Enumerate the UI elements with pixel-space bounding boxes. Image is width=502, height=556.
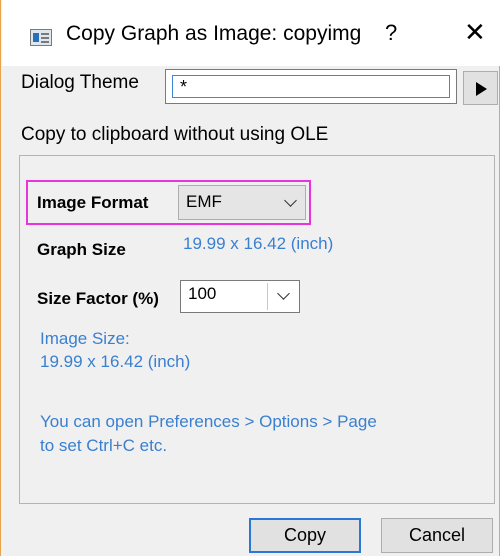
size-factor-value: 100 bbox=[188, 284, 217, 303]
chevron-down-icon bbox=[277, 287, 290, 300]
play-triangle-icon bbox=[476, 82, 487, 96]
size-factor-combo[interactable]: 100 bbox=[180, 280, 300, 313]
copy-button[interactable]: Copy bbox=[249, 518, 361, 553]
dialog-theme-focus-ring bbox=[172, 75, 450, 98]
ole-description: Copy to clipboard without using OLE bbox=[21, 124, 329, 145]
image-format-value: EMF bbox=[186, 192, 222, 211]
dialog-theme-menu-button[interactable] bbox=[463, 71, 498, 105]
graph-size-label: Graph Size bbox=[37, 240, 126, 259]
title-bar: Copy Graph as Image: copyimg ? ✕ bbox=[2, 0, 500, 66]
image-size-label: Image Size: bbox=[40, 329, 130, 348]
preferences-hint-line1: You can open Preferences > Options > Pag… bbox=[40, 412, 377, 431]
combo-divider bbox=[267, 283, 268, 310]
dialog-theme-input[interactable]: * bbox=[165, 69, 457, 104]
close-button[interactable]: ✕ bbox=[464, 17, 486, 48]
window-title: Copy Graph as Image: copyimg bbox=[66, 22, 362, 45]
size-factor-label: Size Factor (%) bbox=[37, 289, 159, 308]
dialog-window: Copy Graph as Image: copyimg ? ✕ Dialog … bbox=[0, 0, 500, 556]
image-format-select[interactable]: EMF bbox=[178, 185, 306, 220]
chevron-down-icon bbox=[284, 194, 297, 207]
app-icon bbox=[30, 29, 52, 46]
help-button[interactable]: ? bbox=[385, 20, 397, 46]
image-size-value: 19.99 x 16.42 (inch) bbox=[40, 352, 191, 371]
dialog-theme-value: * bbox=[180, 77, 188, 97]
cancel-button[interactable]: Cancel bbox=[381, 518, 493, 553]
image-format-label: Image Format bbox=[37, 193, 149, 212]
graph-size-value: 19.99 x 16.42 (inch) bbox=[183, 234, 334, 253]
preferences-hint-line2: to set Ctrl+C etc. bbox=[40, 436, 168, 455]
dialog-theme-label: Dialog Theme bbox=[21, 72, 139, 93]
